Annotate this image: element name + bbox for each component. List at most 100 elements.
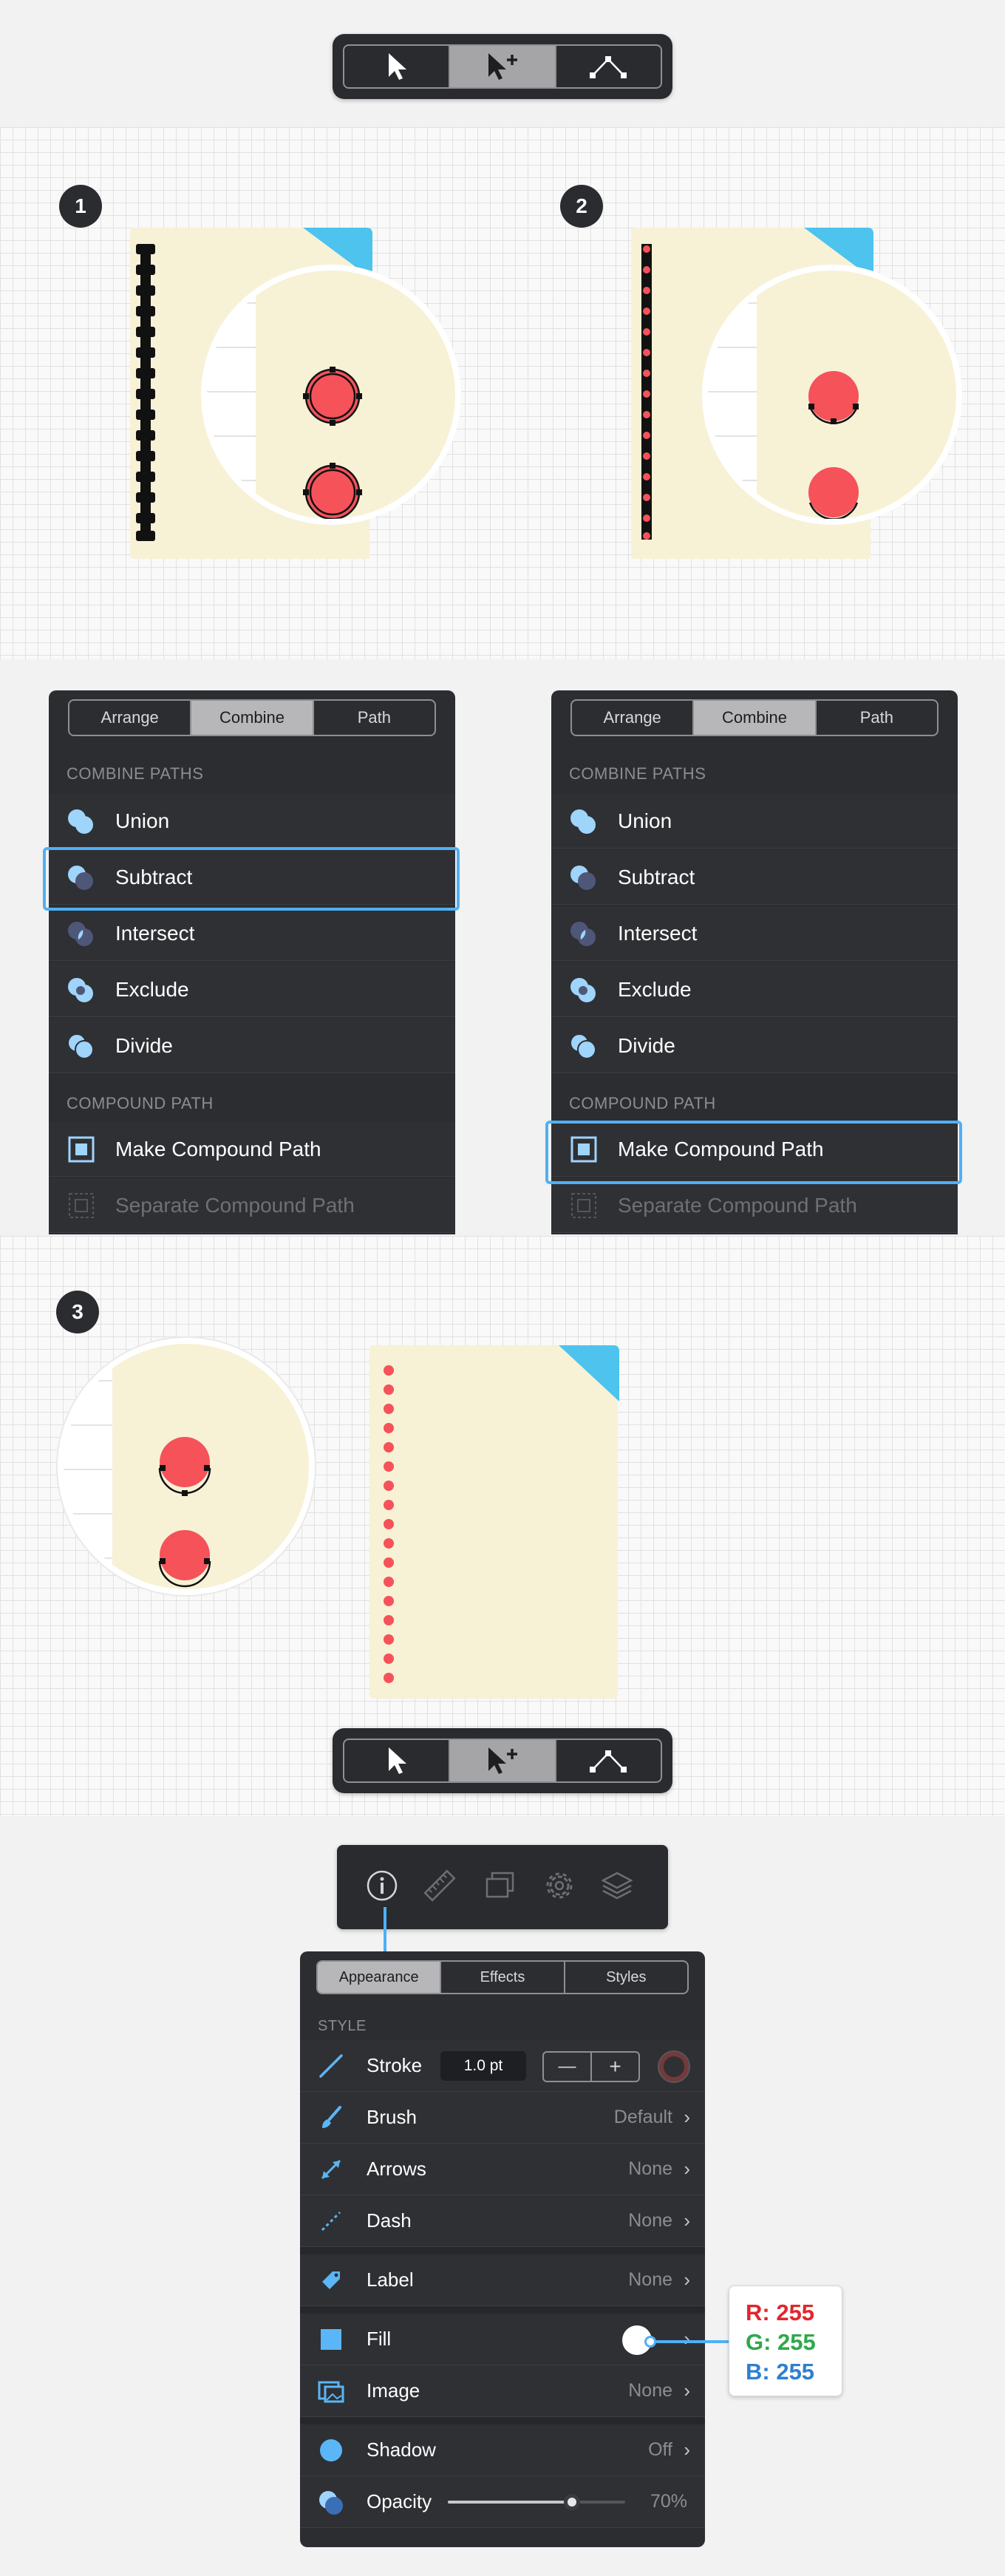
tool-toolbar-middle [333,1728,672,1793]
menu-item-separate-compound-path[interactable]: Separate Compound Path [49,1178,455,1233]
tab-path[interactable]: Path [312,701,435,735]
menu-item-label: Exclude [618,977,692,1001]
dash-value: None [628,2210,672,2231]
menu-item-intersect[interactable]: Intersect [551,906,958,961]
opacity-label: Opacity [367,2490,432,2512]
section-spacer [300,2417,705,2424]
menu-item-label: Separate Compound Path [115,1193,355,1217]
tab-arrange[interactable]: Arrange [69,701,190,735]
notebook-final [369,1345,619,1699]
direct-select-tool-button[interactable] [449,46,555,87]
opacity-value: 70% [650,2491,687,2512]
fill-label: Fill [367,2328,392,2350]
intersect-icon [65,917,98,950]
separate-path-icon [568,1189,600,1222]
menu-item-exclude[interactable]: Exclude [49,962,455,1017]
select-tool-button[interactable] [344,46,449,87]
menu-item-union[interactable]: Union [49,794,455,849]
spiral-holes-selected [136,244,155,541]
dash-row[interactable]: Dash None › [300,2195,705,2247]
menu-item-union[interactable]: Union [551,794,958,849]
stroke-row[interactable]: Stroke 1.0 pt — + [300,2040,705,2092]
union-icon [65,805,98,837]
section-title-style: STYLE [318,2018,367,2034]
exclude-icon [65,973,98,1006]
info-connector-line [384,1907,386,1953]
menu-item-label: Separate Compound Path [618,1193,857,1217]
chevron-right-icon: › [684,2379,690,2402]
label-value: None [628,2269,672,2290]
arrows-row[interactable]: Arrows None › [300,2144,705,2195]
menu-item-separate-compound-path[interactable]: Separate Compound Path [551,1178,958,1233]
brush-row[interactable]: Brush Default › [300,2092,705,2144]
fill-callout-dot [644,2336,656,2348]
section-spacer [300,2306,705,2314]
ruler-icon[interactable] [423,1869,457,1903]
tool-toolbar-top [333,34,672,99]
opacity-slider[interactable] [448,2494,625,2510]
section-spacer [300,2247,705,2254]
section-title-combine-paths: COMBINE PATHS [569,764,706,783]
highlight-make-compound-path [545,1121,962,1184]
image-row[interactable]: Image None › [300,2365,705,2417]
direct-select-tool-button[interactable] [449,1740,555,1781]
rgb-value-card: R: 255 G: 255 B: 255 [729,2286,842,2396]
tab-path[interactable]: Path [814,701,937,735]
image-label: Image [367,2379,420,2402]
menu-item-label: Make Compound Path [115,1137,321,1160]
combine-panel-left: Arrange Combine Path COMBINE PATHS Union… [49,690,455,1234]
menu-item-exclude[interactable]: Exclude [551,962,958,1017]
image-icon [316,2376,346,2406]
brush-label: Brush [367,2106,417,2128]
menu-item-subtract[interactable]: Subtract [551,850,958,905]
inspector-toolbar [337,1845,668,1929]
stroke-decrease-button[interactable]: — [544,2053,592,2081]
tab-combine[interactable]: Combine [190,701,313,735]
tab-styles[interactable]: Styles [563,1962,687,1993]
select-tool-button[interactable] [344,1740,449,1781]
rgb-red-value: R: 255 [746,2300,815,2325]
stroke-width-field[interactable]: 1.0 pt [440,2051,526,2081]
tab-appearance[interactable]: Appearance [318,1962,440,1993]
opacity-slider-knob[interactable] [564,2494,580,2510]
node-tool-button[interactable] [554,1740,661,1781]
info-icon[interactable] [365,1869,399,1903]
inspector-panel: Appearance Effects Styles STYLE Stroke 1… [300,1951,705,2547]
brush-value: Default [613,2107,672,2127]
section-title-compound-path: COMPOUND PATH [67,1094,214,1112]
gear-icon[interactable] [542,1869,576,1903]
menu-item-label: Union [618,809,672,832]
step-badge-3: 3 [56,1291,99,1333]
artboard-icon[interactable] [483,1869,517,1903]
shadow-row[interactable]: Shadow Off › [300,2424,705,2476]
opacity-row[interactable]: Opacity 70% [300,2476,705,2528]
arrows-label: Arrows [367,2158,426,2180]
tag-icon [316,2266,346,2295]
panel-tabs: Arrange Combine Path [570,699,938,736]
tab-combine[interactable]: Combine [692,701,815,735]
menu-item-label: Exclude [115,977,189,1001]
node-path-icon [590,1750,627,1773]
menu-item-divide[interactable]: Divide [551,1019,958,1073]
stroke-color-well[interactable] [658,2050,690,2083]
inspector-tabs: Appearance Effects Styles [316,1960,689,1994]
divide-icon [568,1030,600,1062]
chevron-right-icon: › [684,2328,690,2350]
menu-item-divide[interactable]: Divide [49,1019,455,1073]
menu-item-make-compound-path[interactable]: Make Compound Path [49,1122,455,1177]
stroke-stepper: — + [542,2051,640,2082]
section-title-compound-path: COMPOUND PATH [569,1094,716,1112]
node-tool-button[interactable] [554,46,661,87]
chevron-right-icon: › [684,2158,690,2180]
stroke-increase-button[interactable]: + [592,2053,638,2081]
dash-icon [316,2206,346,2236]
section-title-combine-paths: COMBINE PATHS [67,764,204,783]
tab-arrange[interactable]: Arrange [572,701,692,735]
tab-effects[interactable]: Effects [440,1962,563,1993]
stroke-label: Stroke [367,2054,423,2076]
label-row[interactable]: Label None › [300,2254,705,2306]
menu-item-intersect[interactable]: Intersect [49,906,455,961]
layers-icon[interactable] [600,1869,634,1903]
chevron-right-icon: › [684,2269,690,2291]
spiral-holes-subtracted [641,244,652,540]
